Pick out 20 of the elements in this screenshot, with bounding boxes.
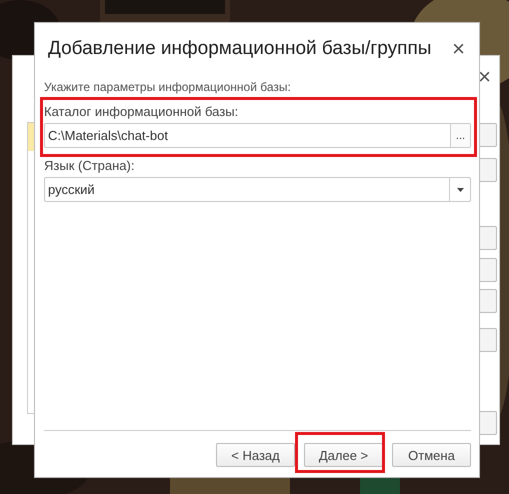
path-field[interactable]: C:\Materials\chat-bot ... [44,123,471,148]
browse-button[interactable]: ... [450,124,470,147]
dialog-button[interactable]: Отмена [392,443,471,467]
side-button[interactable] [479,226,497,250]
side-button[interactable] [479,123,497,147]
close-button[interactable]: × [478,64,491,90]
side-button[interactable] [479,289,497,313]
dialog-title: Добавление информационной базы/группы [48,38,432,60]
dialog-button[interactable]: Далее > [304,443,383,467]
side-button[interactable] [479,158,497,182]
field-label: Язык (Страна): [44,158,136,173]
field-label: Каталог информационной базы: [44,104,240,119]
side-button[interactable] [479,411,497,435]
close-button[interactable]: × [446,36,471,62]
side-button[interactable] [479,328,497,352]
dropdown-arrow-icon [456,188,464,192]
hint-text: Укажите параметры информационной базы: [44,80,292,94]
side-button[interactable] [479,258,497,282]
path-field[interactable]: C:\Materials\chat-bot [45,124,450,147]
dialog-button[interactable]: < Назад [216,443,295,467]
